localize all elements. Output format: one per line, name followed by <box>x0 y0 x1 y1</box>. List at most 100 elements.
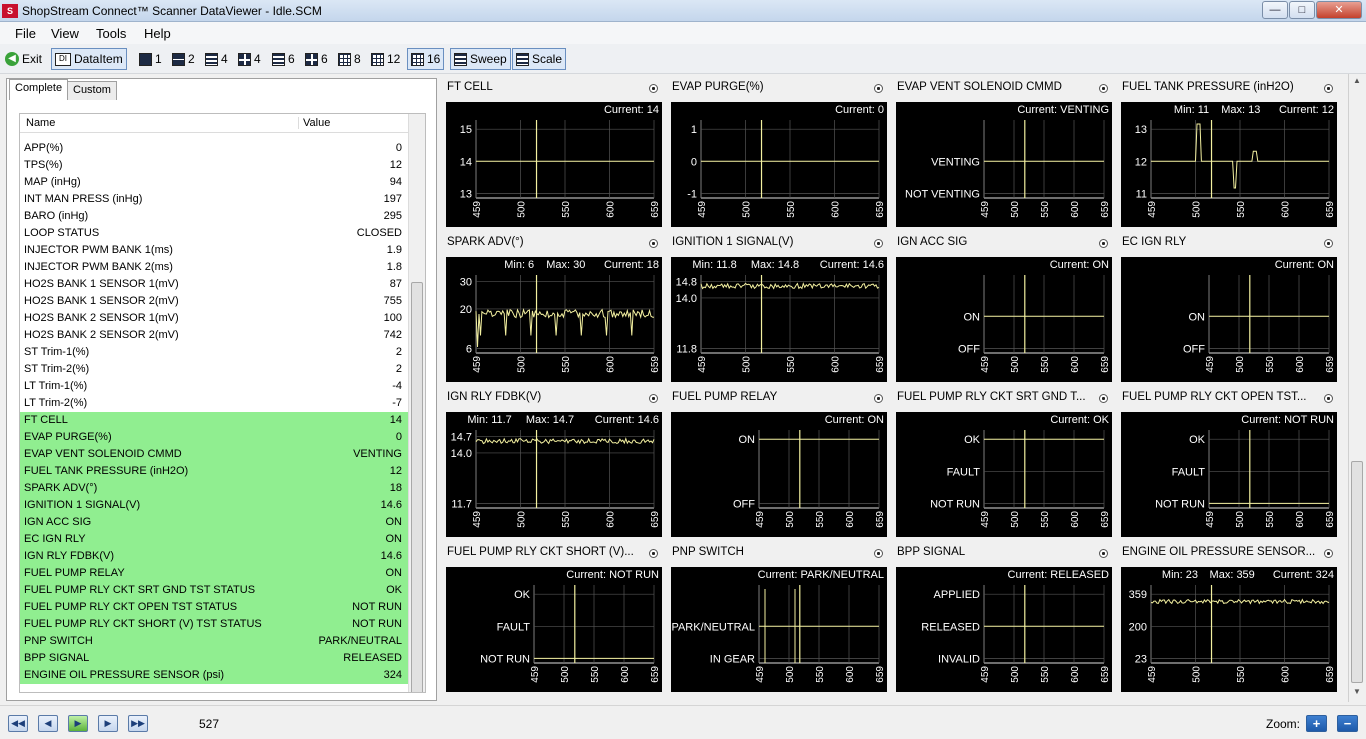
charts-scroll-thumb[interactable] <box>1351 461 1363 683</box>
list-row[interactable]: LOOP STATUS CLOSED <box>20 225 408 242</box>
chart-options-icon[interactable] <box>874 549 883 558</box>
zoom-in-button[interactable]: + <box>1306 715 1327 732</box>
tab-custom[interactable]: Custom <box>67 81 117 100</box>
layout-6-grid-button[interactable]: 6 <box>301 48 332 70</box>
minimize-button[interactable]: — <box>1262 1 1288 19</box>
layout-8-button[interactable]: 8 <box>334 48 365 70</box>
scroll-down-icon[interactable]: ▼ <box>1351 687 1363 699</box>
dataitem-button[interactable]: DI DataItem <box>51 48 127 70</box>
chart-options-icon[interactable] <box>1324 239 1333 248</box>
scroll-up-icon[interactable]: ▲ <box>1351 76 1363 88</box>
charts-scrollbar[interactable]: ▲ ▼ <box>1348 74 1365 702</box>
chart-options-icon[interactable] <box>649 394 658 403</box>
layout-12-button[interactable]: 12 <box>367 48 404 70</box>
list-row[interactable]: HO2S BANK 2 SENSOR 1(mV) 100 <box>20 310 408 327</box>
chart-panel[interactable]: ENGINE OIL PRESSURE SENSOR... Current: 32… <box>1117 543 1339 695</box>
step-back-icon[interactable]: ◀ <box>38 715 58 732</box>
list-row[interactable]: ENGINE OIL PRESSURE SENSOR (psi) 324 <box>20 667 408 684</box>
column-header-value[interactable]: Value <box>298 117 330 129</box>
tab-complete[interactable]: Complete <box>9 79 69 100</box>
chart-options-icon[interactable] <box>1099 239 1108 248</box>
chart-options-icon[interactable] <box>1099 394 1108 403</box>
list-row[interactable]: FUEL TANK PRESSURE (inH2O) 12 <box>20 463 408 480</box>
list-row[interactable]: BPP SIGNAL RELEASED <box>20 650 408 667</box>
list-row[interactable]: INJECTOR PWM BANK 1(ms) 1.9 <box>20 242 408 259</box>
menu-file[interactable]: File <box>15 26 36 41</box>
layout-2-button[interactable]: 2 <box>168 48 199 70</box>
list-row[interactable]: FUEL PUMP RLY CKT OPEN TST STATUS NOT RUN <box>20 599 408 616</box>
layout-16-button[interactable]: 16 <box>407 48 445 70</box>
list-row[interactable]: FUEL PUMP RLY CKT SRT GND TST STATUS OK <box>20 582 408 599</box>
chart-panel[interactable]: FUEL PUMP RLY CKT OPEN TST... Current: NO… <box>1117 388 1339 540</box>
list-row[interactable]: FUEL PUMP RLY CKT SHORT (V) TST STATUS NO… <box>20 616 408 633</box>
chart-panel[interactable]: EVAP VENT SOLENOID CMMD Current: VENTING V… <box>892 78 1114 230</box>
list-row[interactable]: EVAP PURGE(%) 0 <box>20 429 408 446</box>
menu-help[interactable]: Help <box>144 26 171 41</box>
maximize-button[interactable]: □ <box>1289 1 1315 19</box>
list-row[interactable]: HO2S BANK 1 SENSOR 2(mV) 755 <box>20 293 408 310</box>
list-row[interactable]: MAP (inHg) 94 <box>20 174 408 191</box>
chart-panel[interactable]: IGNITION 1 SIGNAL(V) Current: 14.6 Max: 14… <box>667 233 889 385</box>
zoom-out-button[interactable]: − <box>1337 715 1358 732</box>
chart-panel[interactable]: EC IGN RLY Current: ON ON OFF 459 500 550 600 65… <box>1117 233 1339 385</box>
skip-to-start-icon[interactable]: ◀◀ <box>8 715 28 732</box>
chart-options-icon[interactable] <box>1099 84 1108 93</box>
step-forward-icon[interactable]: ▶ <box>98 715 118 732</box>
chart-options-icon[interactable] <box>1324 84 1333 93</box>
chart-panel[interactable]: FUEL TANK PRESSURE (inH2O) Current: 12 Max… <box>1117 78 1339 230</box>
chart-options-icon[interactable] <box>874 239 883 248</box>
scale-button[interactable]: Scale <box>512 48 567 70</box>
column-header-name[interactable]: Name <box>26 117 55 129</box>
list-row[interactable]: ST Trim-2(%) 2 <box>20 361 408 378</box>
chart-panel[interactable]: BPP SIGNAL Current: RELEASED APPLIED RELEAS… <box>892 543 1114 695</box>
list-row[interactable]: EVAP VENT SOLENOID CMMD VENTING <box>20 446 408 463</box>
list-row[interactable]: APP(%) 0 <box>20 140 408 157</box>
chart-options-icon[interactable] <box>874 394 883 403</box>
list-row[interactable]: IGNITION 1 SIGNAL(V) 14.6 <box>20 497 408 514</box>
list-row[interactable]: HO2S BANK 1 SENSOR 1(mV) 87 <box>20 276 408 293</box>
list-row[interactable]: IGN RLY FDBK(V) 14.6 <box>20 548 408 565</box>
chart-panel[interactable]: FUEL PUMP RELAY Current: ON ON OFF 459 500 550… <box>667 388 889 540</box>
chart-options-icon[interactable] <box>1324 549 1333 558</box>
list-row[interactable]: INJECTOR PWM BANK 2(ms) 1.8 <box>20 259 408 276</box>
layout-4-grid-button[interactable]: 4 <box>234 48 265 70</box>
list-row[interactable]: TPS(%) 12 <box>20 157 408 174</box>
list-row[interactable]: LT Trim-1(%) -4 <box>20 378 408 395</box>
list-row[interactable]: INT MAN PRESS (inHg) 197 <box>20 191 408 208</box>
sweep-button[interactable]: Sweep <box>450 48 511 70</box>
skip-to-end-icon[interactable]: ▶▶ <box>128 715 148 732</box>
list-row[interactable]: FUEL PUMP RELAY ON <box>20 565 408 582</box>
list-row[interactable]: PNP SWITCH PARK/NEUTRAL <box>20 633 408 650</box>
menu-view[interactable]: View <box>51 26 79 41</box>
layout-6-rows-button[interactable]: 6 <box>268 48 299 70</box>
chart-options-icon[interactable] <box>1324 394 1333 403</box>
list-scrollbar[interactable] <box>408 114 425 692</box>
close-window-button[interactable]: ✕ <box>1316 1 1362 19</box>
chart-panel[interactable]: IGN RLY FDBK(V) Current: 14.6 Max: 14.7 Min… <box>442 388 664 540</box>
exit-button[interactable]: ◀ Exit <box>1 48 46 70</box>
chart-panel[interactable]: SPARK ADV(°) Current: 18 Max: 30 Min: 6 30 20… <box>442 233 664 385</box>
chart-panel[interactable]: FUEL PUMP RLY CKT SRT GND T... Current: O… <box>892 388 1114 540</box>
list-scroll-thumb[interactable] <box>411 282 423 692</box>
list-row[interactable]: EC IGN RLY ON <box>20 531 408 548</box>
chart-panel[interactable]: FT CELL Current: 14 15 14 13 459 500 550 600 659 <box>442 78 664 230</box>
list-row[interactable]: LT Trim-2(%) -7 <box>20 395 408 412</box>
chart-panel[interactable]: PNP SWITCH Current: PARK/NEUTRAL PARK/NEUT… <box>667 543 889 695</box>
chart-panel[interactable]: EVAP PURGE(%) Current: 0 1 0 -1 459 500 550 600 6… <box>667 78 889 230</box>
chart-panel[interactable]: IGN ACC SIG Current: ON ON OFF 459 500 550 600 6… <box>892 233 1114 385</box>
chart-options-icon[interactable] <box>649 84 658 93</box>
list-row[interactable]: HO2S BANK 2 SENSOR 2(mV) 742 <box>20 327 408 344</box>
list-row[interactable]: IGN ACC SIG ON <box>20 514 408 531</box>
chart-options-icon[interactable] <box>1099 549 1108 558</box>
list-row[interactable]: SPARK ADV(°) 18 <box>20 480 408 497</box>
chart-options-icon[interactable] <box>649 549 658 558</box>
list-row[interactable]: BARO (inHg) 295 <box>20 208 408 225</box>
layout-1-button[interactable]: 1 <box>135 48 166 70</box>
play-icon[interactable]: ▶ <box>68 715 88 732</box>
chart-options-icon[interactable] <box>874 84 883 93</box>
layout-4-rows-button[interactable]: 4 <box>201 48 232 70</box>
chart-panel[interactable]: FUEL PUMP RLY CKT SHORT (V)... Current: N… <box>442 543 664 695</box>
list-row[interactable]: ST Trim-1(%) 2 <box>20 344 408 361</box>
list-row[interactable]: FT CELL 14 <box>20 412 408 429</box>
chart-options-icon[interactable] <box>649 239 658 248</box>
